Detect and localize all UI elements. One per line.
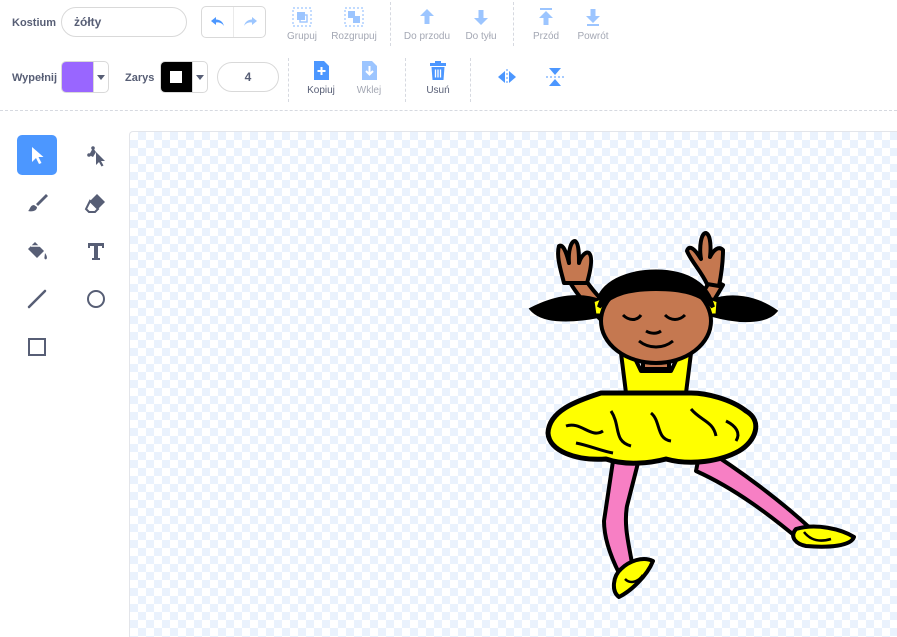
group-label: Grupuj	[286, 31, 317, 42]
brush-tool[interactable]	[17, 183, 57, 223]
flip-vertical-button[interactable]	[543, 66, 567, 93]
text-icon	[88, 243, 104, 260]
flip-horizontal-button[interactable]	[495, 66, 519, 93]
separator	[513, 2, 515, 46]
front-label: Przód	[532, 31, 560, 42]
ungroup-icon	[344, 7, 364, 27]
paint-bucket-icon	[28, 242, 47, 260]
undo-redo-group	[201, 6, 266, 38]
undo-icon	[210, 17, 224, 26]
outline-swatch-center	[170, 71, 183, 83]
ungroup-label: Rozgrupuj	[331, 31, 377, 42]
chevron-down-icon	[191, 62, 207, 92]
rectangle-icon	[28, 338, 46, 356]
bring-to-front-icon	[539, 8, 553, 25]
paste-icon	[362, 61, 377, 80]
outline-label: Zarys	[125, 72, 155, 84]
arrow-icon	[32, 147, 44, 164]
send-to-back-icon	[586, 9, 600, 26]
select-tool[interactable]	[17, 135, 57, 175]
ballerina-costume[interactable]	[130, 132, 897, 637]
delete-label: Usuń	[426, 85, 450, 96]
redo-icon	[243, 17, 257, 26]
front-button[interactable]: Przód	[528, 6, 564, 42]
forward-button[interactable]: Do przodu	[402, 6, 452, 42]
circle-tool[interactable]	[76, 279, 116, 319]
paste-button[interactable]: Wklej	[350, 60, 388, 96]
toolbar-divider	[0, 110, 897, 111]
forward-label: Do przodu	[403, 31, 451, 42]
group-button[interactable]: Grupuj	[283, 6, 321, 42]
group-icon	[292, 7, 312, 27]
brush-icon	[28, 194, 48, 212]
head	[597, 274, 715, 365]
fill-swatch	[62, 62, 93, 92]
trash-icon	[430, 61, 446, 80]
eraser-tool[interactable]	[76, 183, 116, 223]
separator	[470, 58, 472, 102]
copy-button[interactable]: Kopiuj	[302, 60, 340, 96]
tutu	[545, 390, 759, 466]
undo-button[interactable]	[202, 7, 233, 37]
redo-button[interactable]	[233, 7, 265, 37]
separator	[390, 2, 392, 46]
delete-button[interactable]: Usuń	[419, 60, 457, 96]
drawing-canvas[interactable]	[129, 131, 897, 637]
fill-label: Wypełnij	[12, 72, 58, 84]
costume-label: Kostium	[12, 17, 56, 29]
rectangle-tool[interactable]	[17, 327, 57, 367]
arrow-down-icon	[474, 10, 488, 25]
copy-icon	[314, 61, 329, 80]
back-button[interactable]: Powrót	[574, 6, 612, 42]
separator	[405, 58, 407, 102]
separator	[288, 58, 290, 102]
circle-icon	[87, 290, 105, 308]
backward-button[interactable]: Do tyłu	[462, 6, 500, 42]
chevron-down-icon	[92, 62, 108, 92]
back-label: Powrót	[577, 31, 609, 42]
eraser-icon	[84, 194, 105, 213]
reshape-icon	[87, 146, 105, 167]
flip-vertical-icon	[546, 68, 564, 86]
outline-color-picker[interactable]	[160, 61, 208, 93]
fill-color-picker[interactable]	[61, 61, 109, 93]
text-tool[interactable]	[76, 231, 116, 271]
fill-tool[interactable]	[17, 231, 57, 271]
copy-label: Kopiuj	[307, 85, 335, 96]
costume-name-input[interactable]	[61, 7, 187, 37]
outline-swatch	[161, 62, 192, 92]
flip-horizontal-icon	[498, 69, 516, 85]
front-leg	[602, 457, 655, 599]
ungroup-button[interactable]: Rozgrupuj	[330, 6, 378, 42]
backward-label: Do tyłu	[465, 31, 497, 42]
paste-label: Wklej	[356, 85, 382, 96]
arrow-up-icon	[420, 9, 434, 24]
line-tool[interactable]	[17, 279, 57, 319]
outline-width-input[interactable]	[217, 62, 279, 92]
line-icon	[27, 289, 47, 309]
reshape-tool[interactable]	[76, 135, 116, 175]
